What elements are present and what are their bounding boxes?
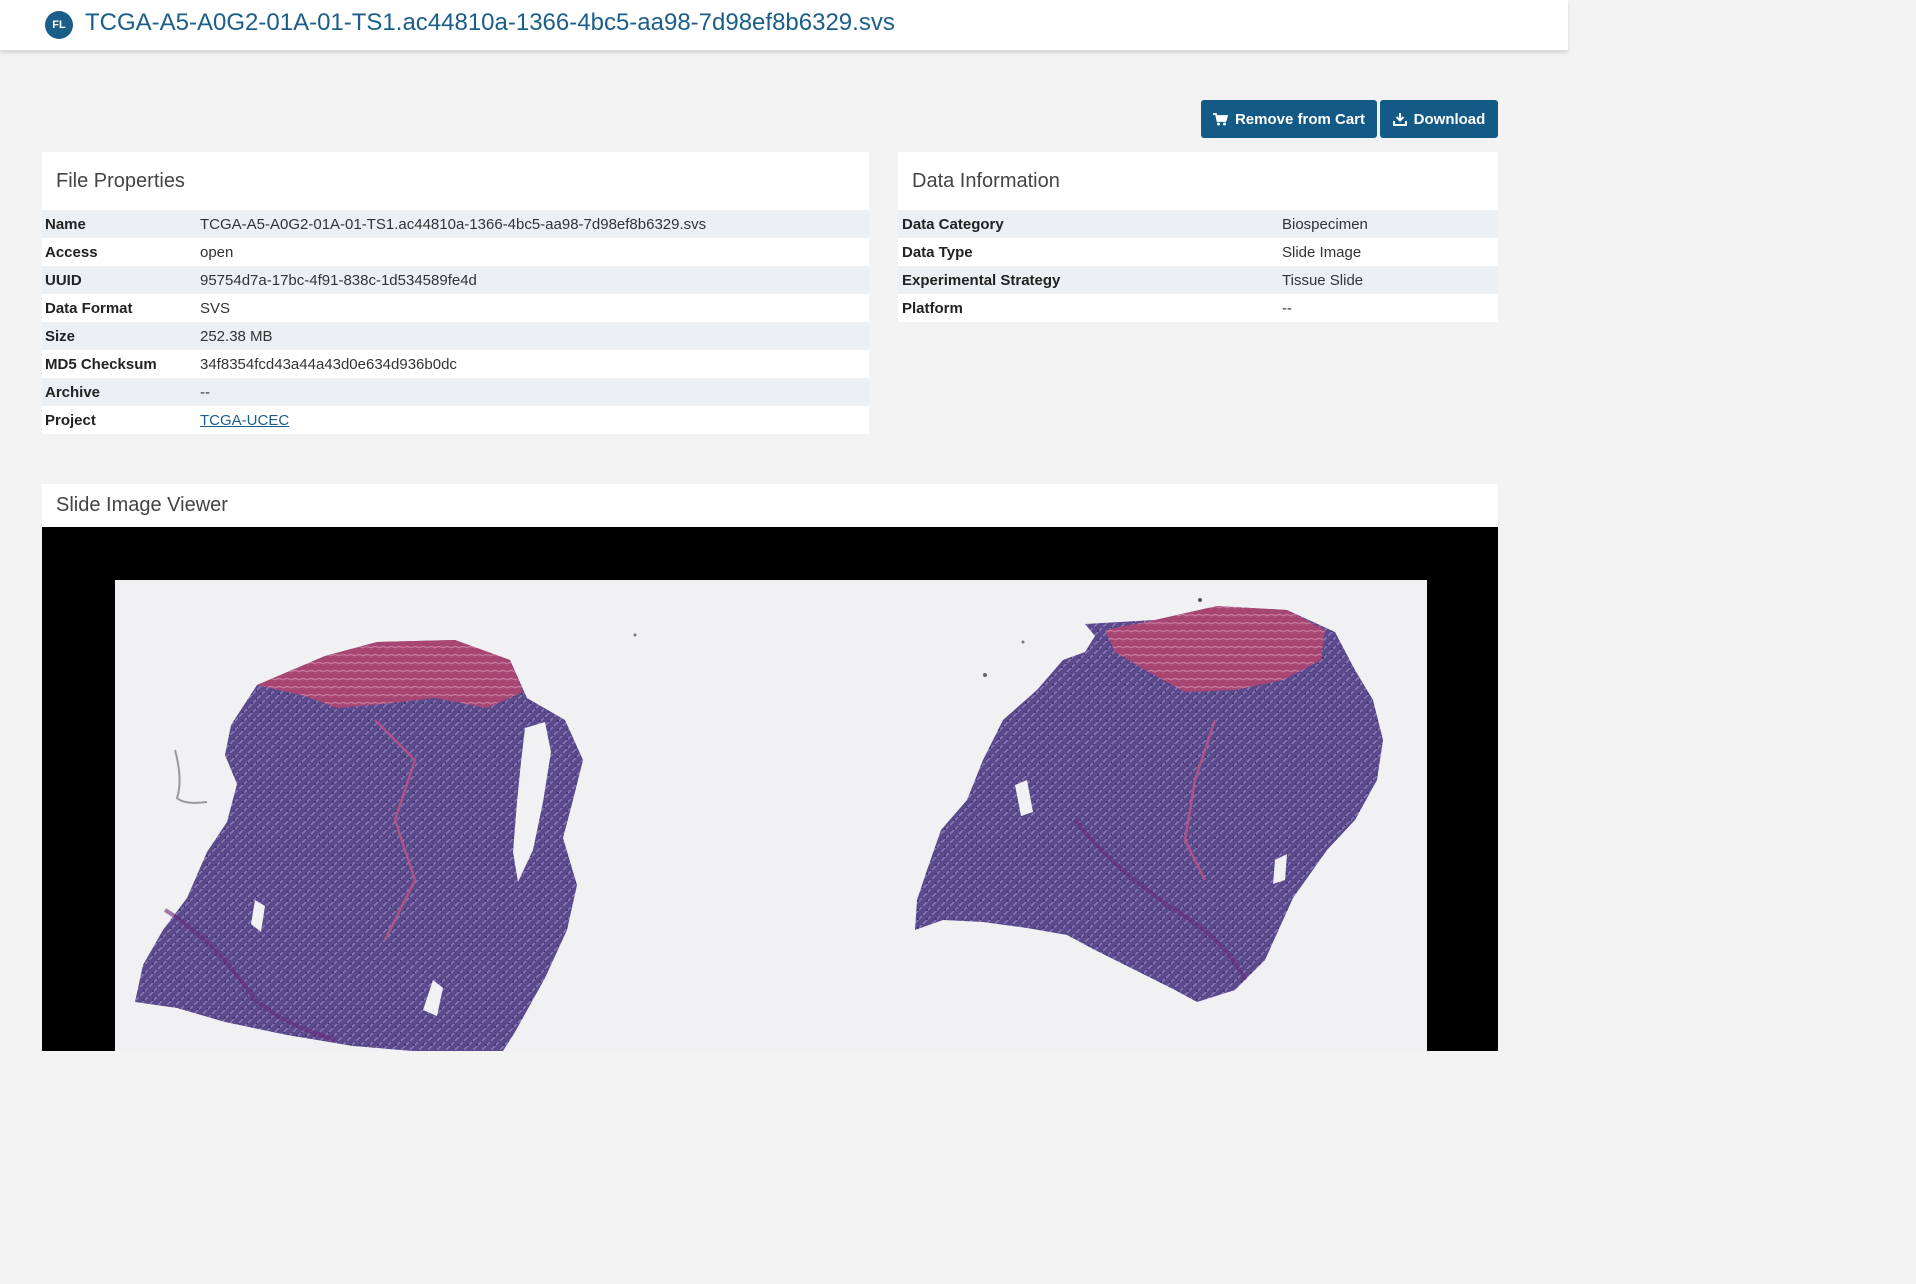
download-button[interactable]: Download (1380, 100, 1498, 138)
table-row: Data Category Biospecimen (898, 210, 1498, 238)
remove-from-cart-button[interactable]: Remove from Cart (1201, 100, 1377, 138)
tissue-section-right (915, 606, 1383, 1002)
property-key: Project (42, 406, 200, 434)
property-key: Archive (42, 378, 200, 406)
file-type-badge: FL (45, 11, 73, 39)
table-row: Project TCGA-UCEC (42, 406, 869, 434)
info-key: Data Type (898, 238, 1282, 266)
property-key: Access (42, 238, 200, 266)
table-row: Platform -- (898, 294, 1498, 322)
property-key: Name (42, 210, 200, 238)
property-value: SVS (200, 294, 869, 322)
slide-image-viewer-panel: Slide Image Viewer (42, 484, 1498, 1051)
download-label: Download (1413, 110, 1486, 128)
table-row: Data Type Slide Image (898, 238, 1498, 266)
tissue-sections-image (135, 598, 1383, 1051)
property-key: MD5 Checksum (42, 350, 200, 378)
info-value: Biospecimen (1282, 210, 1498, 238)
property-value: -- (200, 378, 869, 406)
property-value: 95754d7a-17bc-4f91-838c-1d534589fe4d (200, 266, 869, 294)
remove-from-cart-label: Remove from Cart (1234, 110, 1366, 128)
page-title: TCGA-A5-A0G2-01A-01-TS1.ac44810a-1366-4b… (85, 9, 895, 36)
property-value: open (200, 238, 869, 266)
file-properties-title: File Properties (56, 170, 185, 192)
table-row: Archive -- (42, 378, 869, 406)
property-key: UUID (42, 266, 200, 294)
info-value: Tissue Slide (1282, 266, 1498, 294)
property-value: 34f8354fcd43a44a43d0e634d936b0dc (200, 350, 869, 378)
property-value: 252.38 MB (200, 322, 869, 350)
file-properties-table: Name TCGA-A5-A0G2-01A-01-TS1.ac44810a-136… (42, 210, 869, 434)
table-row: Experimental Strategy Tissue Slide (898, 266, 1498, 294)
property-value: TCGA-UCEC (200, 406, 869, 434)
slide-viewer-canvas[interactable] (42, 527, 1498, 1051)
table-row: MD5 Checksum 34f8354fcd43a44a43d0e634d936… (42, 350, 869, 378)
table-row: Size 252.38 MB (42, 322, 869, 350)
slide-image-viewer-title: Slide Image Viewer (56, 494, 228, 516)
info-value: -- (1282, 294, 1498, 322)
info-key: Experimental Strategy (898, 266, 1282, 294)
tissue-section-left (135, 640, 583, 1051)
table-row: Data Format SVS (42, 294, 869, 322)
table-row: Access open (42, 238, 869, 266)
slide-image[interactable] (115, 580, 1427, 1051)
table-row: Name TCGA-A5-A0G2-01A-01-TS1.ac44810a-136… (42, 210, 869, 238)
download-icon (1392, 113, 1407, 126)
data-information-title: Data Information (912, 170, 1060, 192)
data-information-table: Data Category Biospecimen Data Type Slide … (898, 210, 1498, 322)
property-value: TCGA-A5-A0G2-01A-01-TS1.ac44810a-1366-4b… (200, 210, 869, 238)
top-bar: FL TCGA-A5-A0G2-01A-01-TS1.ac44810a-1366… (0, 0, 1568, 51)
data-information-panel: Data Information Data Category Biospecime… (898, 152, 1498, 322)
info-key: Data Category (898, 210, 1282, 238)
cart-icon (1212, 112, 1228, 125)
project-link[interactable]: TCGA-UCEC (200, 412, 289, 429)
table-row: UUID 95754d7a-17bc-4f91-838c-1d534589fe4d (42, 266, 869, 294)
info-value: Slide Image (1282, 238, 1498, 266)
property-key: Data Format (42, 294, 200, 322)
info-key: Platform (898, 294, 1282, 322)
property-key: Size (42, 322, 200, 350)
file-properties-panel: File Properties Name TCGA-A5-A0G2-01A-01-… (42, 152, 869, 434)
